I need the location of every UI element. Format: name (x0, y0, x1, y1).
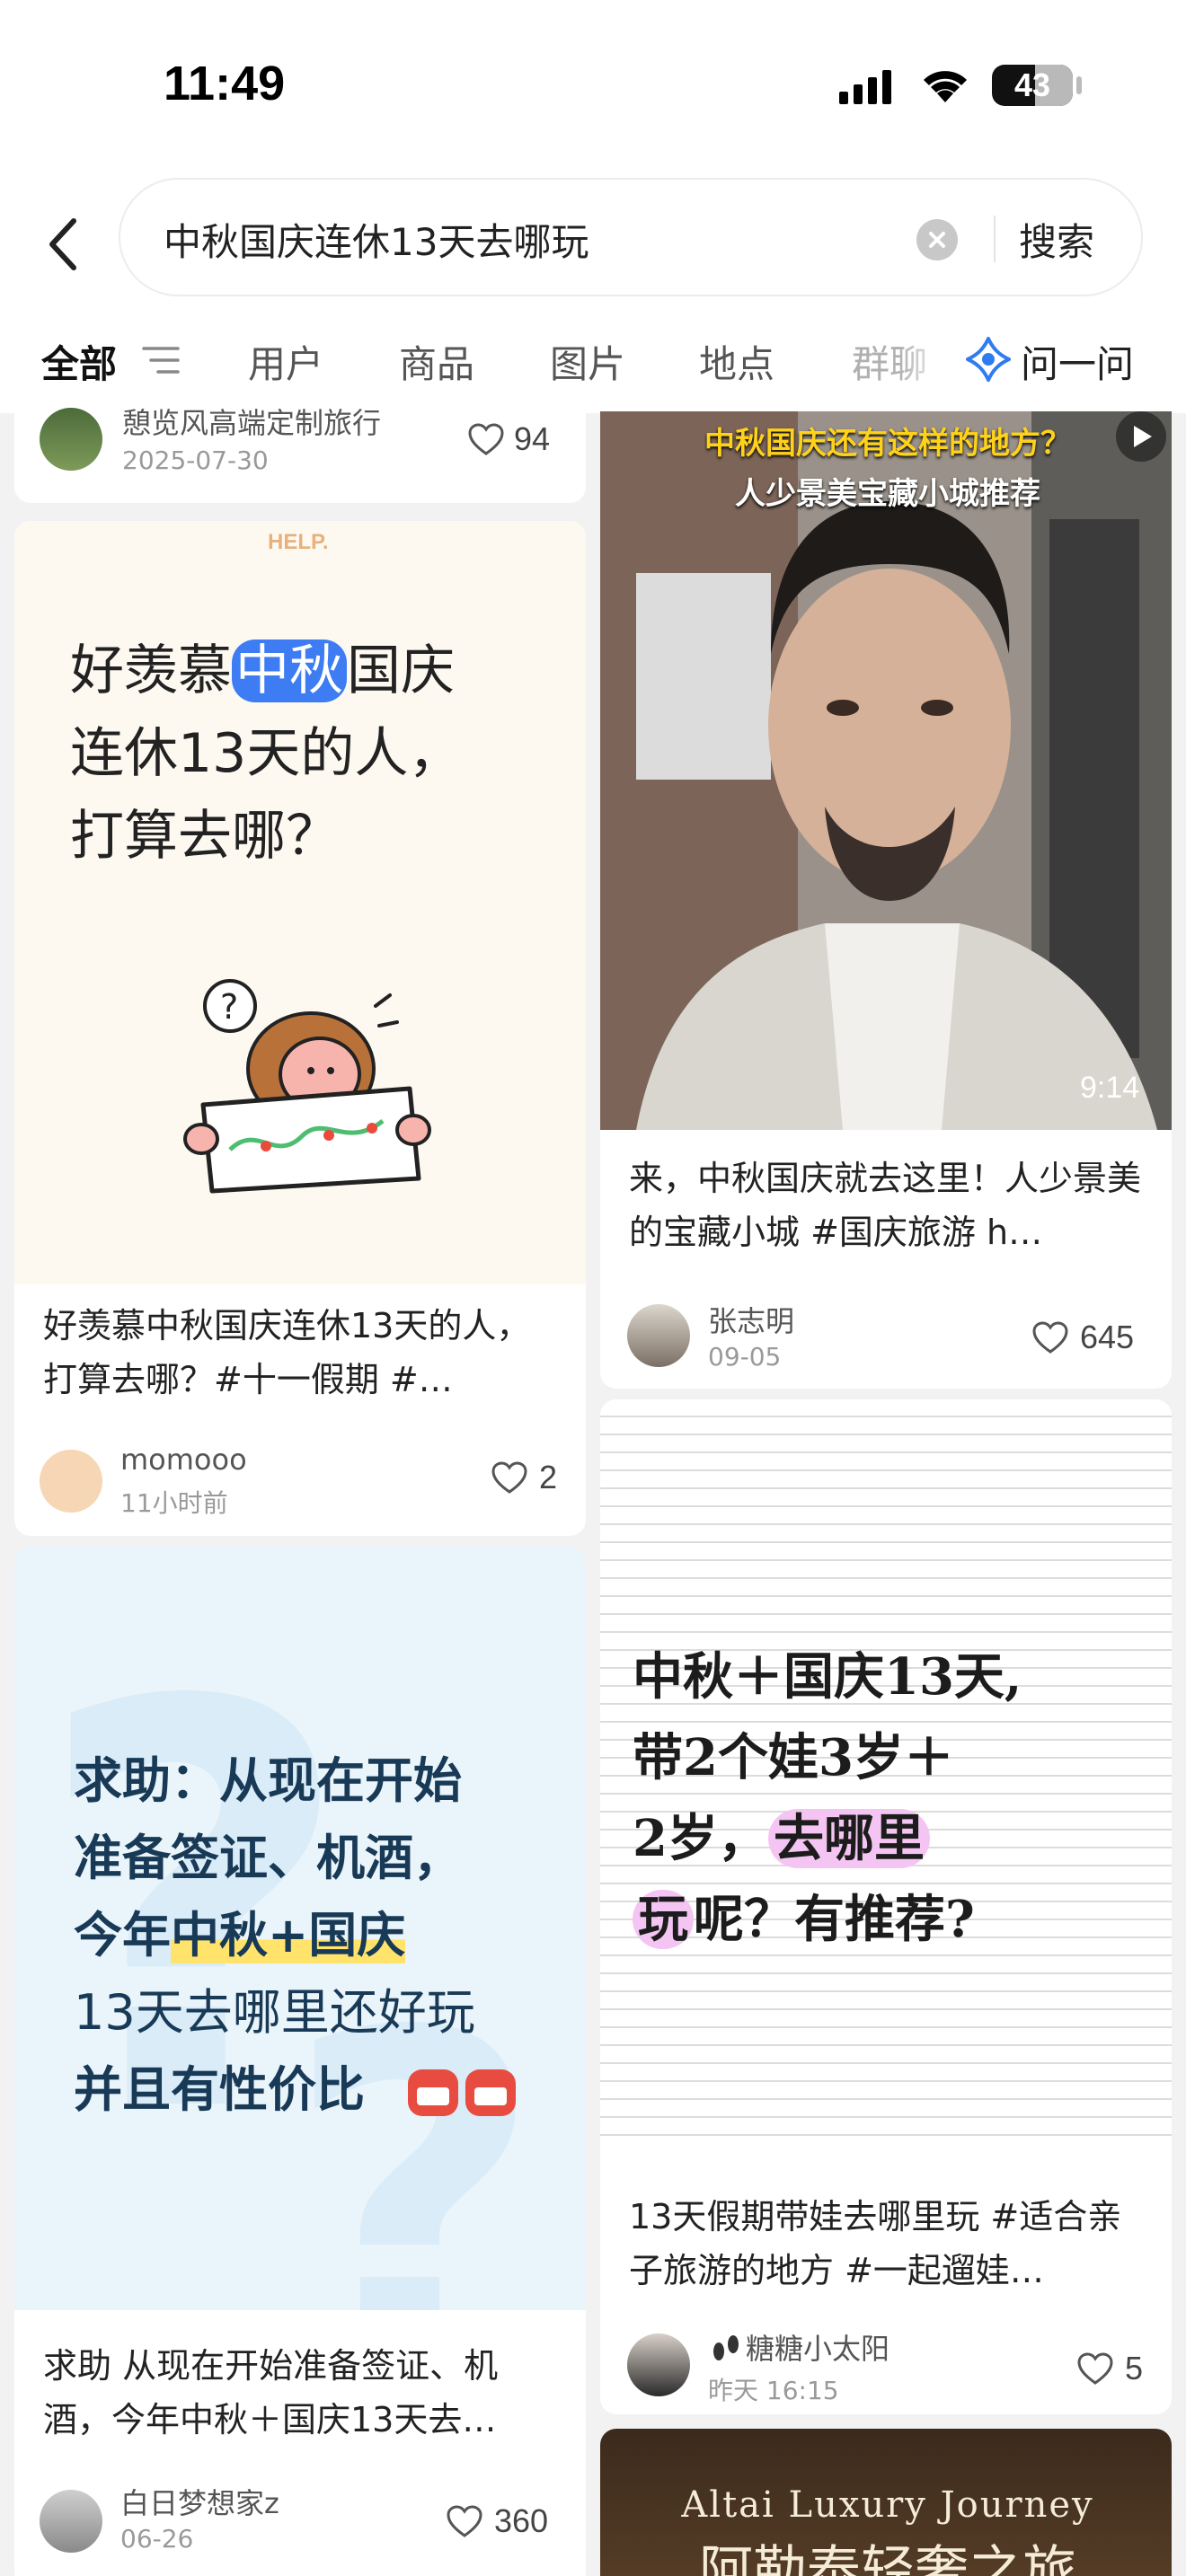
cover-text-line: 连休13天的人， (70, 722, 463, 785)
post-date: 09-05 (708, 1342, 782, 1372)
cover-text-line: 准备签证、机酒， (74, 1830, 462, 1886)
clear-search-button[interactable] (916, 219, 958, 260)
cover-highlight: 玩 (633, 1890, 694, 1949)
like-count: 360 (494, 2502, 549, 2539)
tab-all[interactable]: 全部 (41, 334, 117, 389)
search-query[interactable]: 中秋国庆连休13天去哪玩 (164, 212, 589, 267)
like-count: 2 (539, 1459, 558, 1495)
post-date: 11小时前 (120, 1488, 228, 1518)
heart-icon[interactable] (491, 1460, 528, 1495)
heart-icon[interactable] (446, 2504, 483, 2538)
like-count: 94 (514, 420, 551, 457)
post-date: 2025-07-30 (122, 446, 269, 475)
status-bar: 11:49 43 (0, 0, 1186, 171)
close-icon (929, 232, 945, 248)
note-title[interactable]: 13天假期带娃去哪里玩 #适合亲子旅游的地方 #一起遛娃… (629, 2190, 1150, 2298)
cover-highlight: 中秋+国庆 (171, 1907, 406, 1963)
cover-text-part: 国庆 (347, 640, 455, 702)
cover-text-line: 玩呢？有推荐? (633, 1879, 975, 1960)
author-avatar[interactable] (627, 1304, 690, 1367)
cellular-signal-icon (839, 70, 891, 104)
status-time: 11:49 (164, 57, 286, 110)
cover-text-line: 2岁， 去哪里 (633, 1798, 930, 1879)
note-title[interactable]: 来，中秋国庆就去这里！人少景美的宝藏小城 #国庆旅游 h… (629, 1151, 1150, 1259)
author-name[interactable]: momooo (120, 1442, 247, 1477)
filter-icon[interactable] (142, 345, 180, 375)
note-card[interactable]: 中秋＋国庆13天, 带2个娃3岁＋ 2岁， 去哪里 玩呢？有推荐? 13天假期带娃… (600, 1399, 1172, 2414)
battery-level: 43 (1013, 66, 1051, 103)
cover-text-part: 今年 (74, 1907, 171, 1963)
author-name[interactable]: 糖糖小太阳 (746, 2326, 890, 2368)
note-card[interactable]: ? ? 求助：从现在开始 准备签证、机酒， 今年中秋+国庆 13天去哪里还好玩 … (14, 1547, 586, 2576)
cover-text-line: 好羡慕中秋国庆 (70, 629, 455, 713)
red-envelope-emoji-icon (408, 2069, 516, 2116)
note-title[interactable]: 求助 从现在开始准备签证、机酒，今年中秋＋国庆13天去… (43, 2339, 564, 2447)
author-name[interactable]: 憩览风高端定制旅行 (122, 401, 381, 442)
cover-highlight: 中秋 (232, 640, 347, 702)
heart-icon[interactable] (1031, 1320, 1069, 1354)
video-thumbnail-man (600, 411, 1172, 1130)
cover-text-line: 并且有性价比 (74, 2061, 365, 2118)
cover-highlight: 去哪里 (767, 1809, 930, 1868)
cover-text-line: 今年中秋+国庆 (74, 1897, 406, 1974)
note-cover[interactable]: Altai Luxury Journey 阿勒泰轻奢之旅 (600, 2429, 1172, 2576)
cover-english-title: Altai Luxury Journey (681, 2484, 1094, 2526)
post-date: 06-26 (120, 2524, 194, 2554)
search-header: 中秋国庆连休13天去哪玩 搜索 全部 用户 商品 图片 地点 群聊 问一问 (0, 171, 1186, 413)
note-cover[interactable]: 中秋＋国庆13天, 带2个娃3岁＋ 2岁， 去哪里 玩呢？有推荐? (600, 1399, 1172, 2145)
note-cover[interactable]: ? ? 求助：从现在开始 准备签证、机酒， 今年中秋+国庆 13天去哪里还好玩 … (14, 1547, 586, 2310)
ask-ai-icon[interactable] (965, 336, 1012, 383)
post-date: 昨天 16:15 (708, 2376, 839, 2405)
video-cover[interactable]: 中秋国庆还有这样的地方？ 人少景美宝藏小城推荐 9:14 (600, 411, 1172, 1130)
tab-users[interactable]: 用户 (248, 334, 323, 389)
author-avatar[interactable] (40, 1450, 102, 1513)
note-card[interactable]: HELP. 好羡慕中秋国庆 连休13天的人， 打算去哪？ ? 好羡慕中秋国庆连休… (14, 521, 586, 1536)
video-card[interactable]: 中秋国庆还有这样的地方？ 人少景美宝藏小城推荐 9:14 来，中秋国庆就去这里！… (600, 411, 1172, 1389)
tab-products[interactable]: 商品 (399, 334, 474, 389)
svg-text:?: ? (220, 987, 238, 1027)
tabs-fade (898, 325, 952, 397)
like-count: 645 (1080, 1319, 1135, 1355)
author-name[interactable]: 白日梦想家z (120, 2481, 279, 2522)
battery-icon: 43 (992, 65, 1073, 106)
search-input[interactable]: 中秋国庆连休13天去哪玩 搜索 (119, 178, 1143, 296)
note-cover[interactable]: HELP. 好羡慕中秋国庆 连休13天的人， 打算去哪？ ? (14, 521, 586, 1284)
search-button[interactable]: 搜索 (1019, 212, 1094, 267)
video-caption: 中秋国庆还有这样的地方？ (704, 426, 1071, 462)
video-subcaption: 人少景美宝藏小城推荐 (735, 476, 1040, 512)
cover-text-line: 中秋＋国庆13天, (633, 1647, 1022, 1707)
tab-images[interactable]: 图片 (550, 334, 625, 389)
cover-tag: HELP. (268, 530, 329, 554)
wifi-icon (924, 71, 967, 102)
note-card[interactable]: Altai Luxury Journey 阿勒泰轻奢之旅 (600, 2429, 1172, 2576)
author-avatar[interactable] (40, 2490, 102, 2553)
heart-icon[interactable] (467, 422, 505, 456)
video-duration: 9:14 (1080, 1071, 1140, 1105)
cover-text-line: 打算去哪？ (70, 805, 340, 868)
back-arrow-icon[interactable] (38, 208, 92, 280)
cover-text-part: 2岁， (633, 1809, 768, 1868)
battery-nub (1076, 76, 1082, 94)
author-name[interactable]: 张志明 (708, 1299, 794, 1340)
note-card[interactable]: 憩览风高端定制旅行 2025-07-30 94 (14, 386, 586, 503)
play-icon (1116, 411, 1166, 462)
note-title[interactable]: 好羡慕中秋国庆连休13天的人，打算去哪？#十一假期 #… (43, 1299, 564, 1407)
author-avatar[interactable] (40, 408, 102, 471)
cover-text-part: 好羡慕 (70, 640, 232, 702)
cover-text-line: 求助：从现在开始 (74, 1752, 462, 1809)
footprints-icon (713, 2335, 739, 2360)
heart-icon[interactable] (1076, 2351, 1114, 2386)
search-divider (994, 216, 996, 262)
cover-text-line: 带2个娃3岁＋ (633, 1728, 954, 1787)
map-reading-girl-illustration: ? (183, 979, 431, 1194)
like-count: 5 (1125, 2350, 1144, 2386)
author-avatar[interactable] (627, 2333, 690, 2396)
cover-text-part: 呢？有推荐? (694, 1890, 975, 1949)
tab-places[interactable]: 地点 (699, 334, 774, 389)
ask-button-label[interactable]: 问一问 (1021, 334, 1134, 389)
cover-chinese-title: 阿勒泰轻奢之旅 (699, 2540, 1076, 2576)
cover-text-line: 13天去哪里还好玩 (74, 1984, 475, 2041)
